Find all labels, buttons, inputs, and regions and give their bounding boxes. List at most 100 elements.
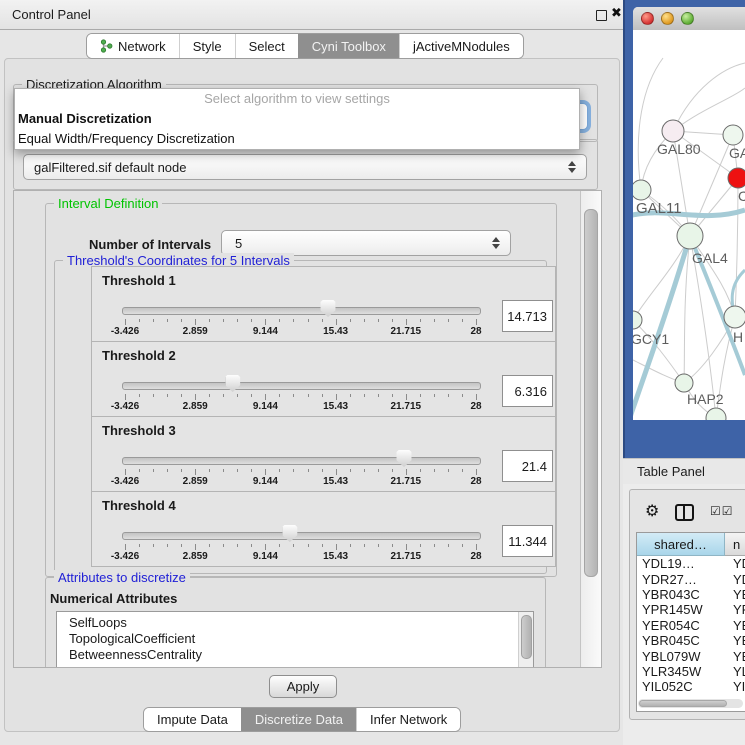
minimize-traffic-light-icon[interactable] [661, 12, 674, 25]
network-view-window[interactable]: GAL80GACGAL11GAL4HGCY1HAP2 [633, 7, 745, 420]
popup-option-equal-width-frequency[interactable]: Equal Width/Frequency Discretization [15, 129, 579, 149]
network-icon [100, 39, 113, 53]
slider-scale-label: 15.43 [310, 401, 362, 412]
slider-tick [181, 469, 182, 472]
attribute-list-item[interactable]: BetweennessCentrality [57, 647, 533, 663]
threshold-value-field[interactable]: 14.713 [502, 300, 553, 332]
network-node-hap2[interactable] [675, 374, 693, 392]
apply-button[interactable]: Apply [269, 675, 337, 698]
numerical-attributes-list[interactable]: SelfLoopsTopologicalCoefficientBetweenne… [56, 611, 534, 668]
table-row[interactable]: YPR145WYPR1 [637, 602, 745, 617]
cell-name[interactable]: YIL0 [725, 679, 745, 694]
slider-track[interactable] [122, 532, 481, 540]
gear-icon[interactable]: ⚙ [645, 501, 659, 520]
cell-name[interactable]: YER0 [725, 618, 745, 633]
cell-name[interactable]: YDR2 [725, 572, 745, 587]
tab-cyni-toolbox[interactable]: Cyni Toolbox [298, 34, 399, 58]
table-row[interactable]: YBR043CYBR0 [637, 587, 745, 602]
table-row[interactable]: YBR045CYBR0 [637, 633, 745, 648]
network-node-c[interactable] [728, 168, 745, 188]
tab-network[interactable]: Network [87, 34, 179, 58]
network-node-gal4[interactable] [677, 223, 703, 249]
network-canvas[interactable]: GAL80GACGAL11GAL4HGCY1HAP2 [633, 30, 745, 420]
cell-shared-name[interactable]: YIL052C [637, 679, 725, 694]
table-row[interactable]: YLR345WYLR3 [637, 664, 745, 679]
threshold-value-field[interactable]: 21.4 [502, 450, 553, 482]
tab-discretize-data[interactable]: Discretize Data [241, 708, 356, 731]
cell-shared-name[interactable]: YBR045C [637, 633, 725, 648]
tab-style[interactable]: Style [179, 34, 235, 58]
vertical-scrollbar[interactable] [580, 191, 601, 667]
cell-name[interactable]: YBR0 [725, 633, 745, 648]
cell-name[interactable]: YDL1 [725, 556, 745, 571]
cell-shared-name[interactable]: YER054C [637, 618, 725, 633]
threshold-value-field[interactable]: 11.344 [502, 525, 553, 557]
network-node-label: HAP2 [687, 391, 724, 407]
cell-shared-name[interactable]: YBR043C [637, 587, 725, 602]
table-data-combobox[interactable]: galFiltered.sif default node [23, 154, 587, 180]
zoom-traffic-light-icon[interactable] [681, 12, 694, 25]
network-node-partial[interactable] [706, 408, 726, 420]
slider-tick [364, 544, 365, 547]
slider-scale-label: 21.715 [380, 551, 432, 562]
network-node-h[interactable] [724, 306, 745, 328]
slider-tick [420, 319, 421, 322]
popup-prompt: Select algorithm to view settings [15, 89, 579, 109]
cell-name[interactable]: YLR3 [725, 664, 745, 679]
tab-impute-data-label: Impute Data [157, 712, 228, 727]
slider-tick [223, 469, 224, 472]
slider-tick [125, 394, 126, 400]
cell-shared-name[interactable]: YLR345W [637, 664, 725, 679]
network-node-ga[interactable] [723, 125, 743, 145]
slider-scale-label: 21.715 [380, 476, 432, 487]
node-table[interactable]: shared… n YDL19…YDL1YDR27…YDR2YBR043CYBR… [636, 532, 745, 712]
attribute-list-item[interactable]: TopologicalCoefficient [57, 631, 533, 647]
table-header-shared[interactable]: shared… [637, 533, 725, 556]
slider-tick [293, 544, 294, 547]
close-icon[interactable]: ✖ [611, 6, 622, 21]
slider-scale-label: -3.426 [99, 551, 151, 562]
slider-tick [462, 394, 463, 397]
slider-tick [434, 394, 435, 397]
threshold-value-field[interactable]: 6.316 [502, 375, 553, 407]
float-window-icon[interactable] [596, 10, 607, 21]
table-row[interactable]: YDL19…YDL1 [637, 556, 745, 571]
attributes-scrollbar[interactable] [518, 612, 533, 668]
cell-name[interactable]: YBR0 [725, 587, 745, 602]
slider-tick [223, 319, 224, 322]
table-row[interactable]: YER054CYER0 [637, 618, 745, 633]
close-traffic-light-icon[interactable] [641, 12, 654, 25]
tab-select[interactable]: Select [235, 34, 298, 58]
network-node-gal11[interactable] [633, 180, 651, 200]
vertical-scrollbar-thumb[interactable] [584, 209, 598, 577]
tab-impute-data[interactable]: Impute Data [144, 708, 241, 731]
network-node-gal80[interactable] [662, 120, 684, 142]
table-row[interactable]: YIL052CYIL0 [637, 679, 745, 694]
network-node-gcy1[interactable] [633, 311, 642, 329]
slider-tick [181, 544, 182, 547]
slider-tick [378, 544, 379, 547]
horizontal-scrollbar[interactable] [638, 699, 743, 708]
popup-option-manual-discretization[interactable]: Manual Discretization [15, 109, 579, 129]
cell-shared-name[interactable]: YPR145W [637, 602, 725, 617]
table-header-name[interactable]: n [725, 533, 745, 556]
slider-track[interactable] [122, 382, 481, 390]
cell-name[interactable]: YPR1 [725, 602, 745, 617]
attribute-list-item[interactable]: SelfLoops [57, 615, 533, 631]
horizontal-scrollbar-thumb[interactable] [639, 700, 727, 707]
table-row[interactable]: YBL079WYBL0 [637, 648, 745, 663]
attributes-scrollbar-thumb[interactable] [521, 615, 532, 659]
table-row[interactable]: YDR27…YDR2 [637, 571, 745, 586]
cell-shared-name[interactable]: YDR27… [637, 572, 725, 587]
checkbox-columns-icon[interactable]: ☑☑ [710, 504, 734, 518]
network-window-titlebar[interactable] [633, 7, 745, 31]
slider-track[interactable] [122, 307, 481, 315]
cell-name[interactable]: YBL0 [725, 649, 745, 664]
column-layout-icon[interactable] [675, 504, 694, 521]
tab-jactivemnodules[interactable]: jActiveMNodules [399, 34, 523, 58]
slider-track[interactable] [122, 457, 481, 465]
cell-shared-name[interactable]: YDL19… [637, 556, 725, 571]
slider-scale-label: -3.426 [99, 401, 151, 412]
tab-infer-network[interactable]: Infer Network [356, 708, 460, 731]
cell-shared-name[interactable]: YBL079W [637, 649, 725, 664]
